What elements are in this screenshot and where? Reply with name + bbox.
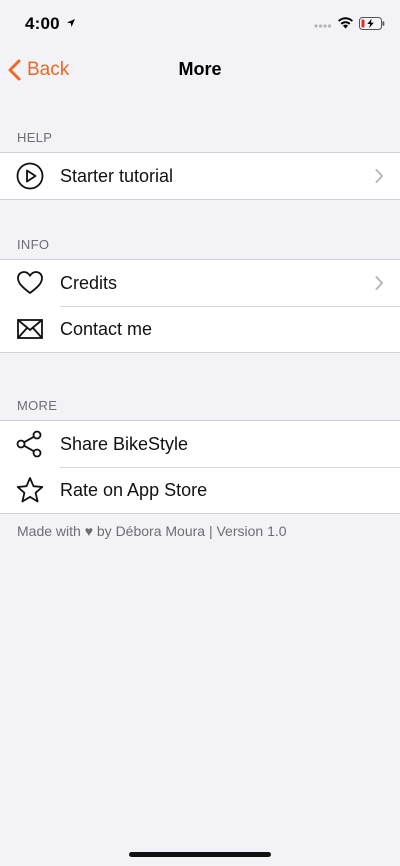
row-label: Share BikeStyle	[60, 433, 189, 454]
section-header-more: MORE	[17, 398, 58, 413]
row-credits[interactable]: Credits	[0, 260, 400, 306]
navigation-bar: Back More	[0, 46, 400, 94]
footer-credits: Made with ♥ by Débora Moura | Version 1.…	[17, 523, 287, 539]
row-label: Credits	[60, 272, 118, 293]
row-label: Contact me	[60, 318, 153, 339]
envelope-icon	[17, 319, 43, 339]
more-group: Share BikeStyle Rate on App Store	[0, 420, 400, 514]
help-group: Starter tutorial	[0, 152, 400, 200]
signal-dots-icon	[314, 24, 332, 28]
status-time: 4:00	[25, 14, 60, 33]
share-icon	[16, 430, 42, 458]
section-header-info: INFO	[17, 237, 50, 252]
row-label: Starter tutorial	[60, 165, 174, 186]
info-group: Credits Contact me	[0, 259, 400, 353]
section-header-help: HELP	[17, 130, 53, 145]
chevron-right-icon	[375, 276, 383, 290]
page-title: More	[178, 59, 222, 79]
row-rate-app-store[interactable]: Rate on App Store	[0, 467, 400, 513]
row-label: Rate on App Store	[60, 479, 208, 500]
home-indicator[interactable]	[129, 852, 271, 857]
row-share-bikestyle[interactable]: Share BikeStyle	[0, 421, 400, 467]
row-contact-me[interactable]: Contact me	[0, 306, 400, 352]
location-arrow-icon	[67, 19, 75, 27]
chevron-right-icon	[375, 169, 383, 183]
status-bar: 4:00	[0, 0, 400, 46]
heart-icon	[17, 271, 43, 294]
wifi-icon	[338, 17, 353, 29]
battery-charging-icon	[359, 17, 385, 30]
play-circle-icon	[16, 162, 44, 190]
row-starter-tutorial[interactable]: Starter tutorial	[0, 153, 400, 199]
star-icon	[16, 477, 44, 503]
